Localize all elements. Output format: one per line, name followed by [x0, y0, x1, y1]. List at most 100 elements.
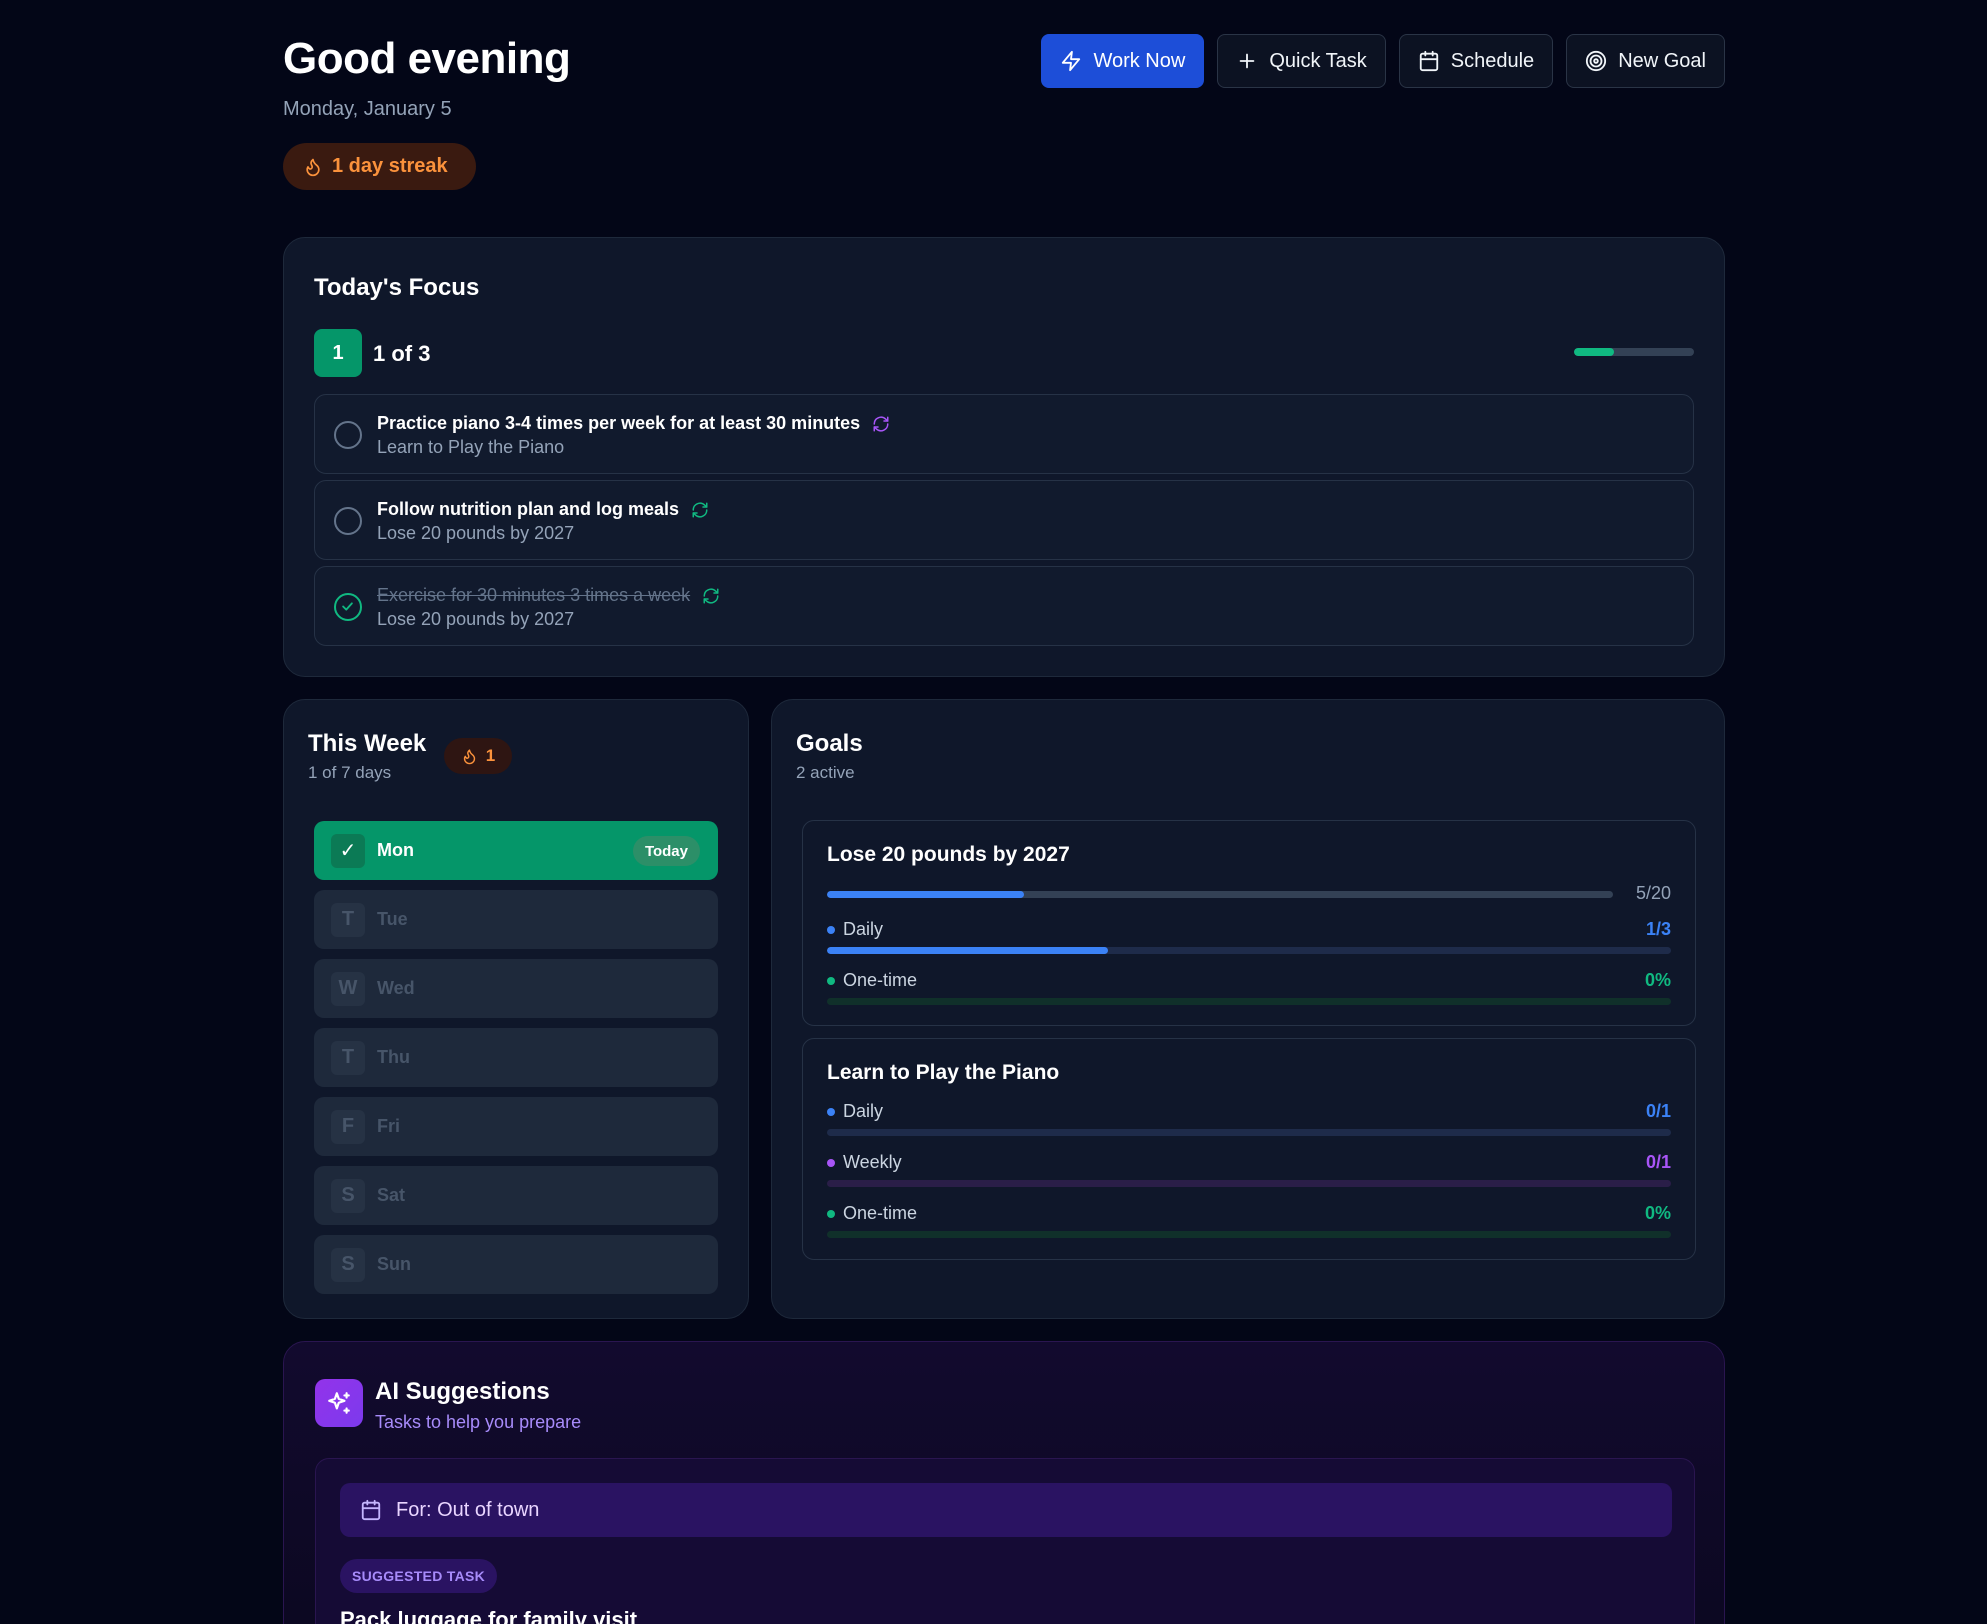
day-letter: S — [331, 1247, 365, 1282]
one-time-progress-bar — [827, 998, 1671, 1005]
flame-icon — [306, 158, 320, 176]
focus-progress-bar — [1574, 348, 1694, 356]
daily-dot — [827, 1107, 835, 1116]
row-value: 1/3 — [1645, 919, 1671, 939]
goal-total-progress-fill — [827, 891, 1024, 898]
calendar-icon — [1419, 50, 1438, 72]
work-now-label: Work Now — [1093, 49, 1186, 72]
ai-suggestions-card: AI Suggestions Tasks to help you prepare… — [283, 1341, 1725, 1624]
day-row-mon[interactable]: ✓ Mon Today — [314, 821, 718, 880]
work-now-button[interactable]: Work Now — [1041, 34, 1205, 88]
focus-task[interactable]: Follow nutrition plan and log meals Lose… — [314, 480, 1694, 560]
task-title-text: Exercise for 30 minutes 3 times a week — [377, 585, 691, 605]
new-goal-label: New Goal — [1618, 49, 1706, 72]
goal-row-daily: Daily — [827, 1101, 883, 1122]
goal-card-piano[interactable]: Learn to Play the Piano Daily 0/1 Weekly… — [802, 1038, 1696, 1260]
suggested-task-tag: SUGGESTED TASK — [340, 1559, 498, 1593]
suggested-task-title[interactable]: Pack luggage for family visit — [340, 1607, 637, 1624]
task-title: Exercise for 30 minutes 3 times a week — [377, 585, 720, 606]
row-value: 0% — [1644, 970, 1671, 990]
day-row-thu[interactable]: T Thu — [314, 1028, 718, 1087]
todays-focus-card: Today's Focus 1 1 of 3 Practice piano 3-… — [283, 237, 1725, 677]
goal-total-value: 5/20 — [1635, 883, 1671, 903]
new-goal-button[interactable]: New Goal — [1566, 34, 1725, 88]
goal-total-progress-bar — [827, 891, 1613, 898]
day-letter: F — [331, 1109, 365, 1144]
focus-progress-fill — [1574, 348, 1614, 356]
daily-dot — [827, 925, 835, 934]
greeting-heading: Good evening — [283, 34, 571, 83]
goals-subtitle: 2 active — [796, 763, 855, 782]
goal-title: Learn to Play the Piano — [827, 1061, 1060, 1084]
task-checkbox-checked[interactable] — [334, 593, 362, 621]
day-name: Sun — [377, 1254, 411, 1274]
this-week-card: This Week 1 of 7 days 1 ✓ Mon Today T Tu… — [283, 699, 749, 1319]
week-streak-badge: 1 — [444, 738, 512, 774]
row-label-text: Daily — [843, 1101, 884, 1121]
target-icon — [1586, 50, 1607, 72]
day-name: Tue — [377, 909, 408, 929]
focus-task[interactable]: Practice piano 3-4 times per week for at… — [314, 394, 1694, 474]
day-name: Thu — [377, 1047, 410, 1067]
day-row-fri[interactable]: F Fri — [314, 1097, 718, 1156]
goal-row-one-time: One-time — [827, 1203, 917, 1224]
goal-card-lose-weight[interactable]: Lose 20 pounds by 2027 5/20 Daily 1/3 On… — [802, 820, 1696, 1026]
day-name: Fri — [377, 1116, 401, 1136]
repeat-icon — [873, 416, 889, 431]
flame-icon — [463, 748, 475, 764]
day-name: Sat — [377, 1185, 406, 1205]
current-date: Monday, January 5 — [283, 98, 452, 120]
row-label-text: One-time — [843, 1203, 918, 1223]
task-goal: Lose 20 pounds by 2027 — [377, 609, 575, 629]
task-checkbox[interactable] — [334, 421, 362, 449]
streak-text: 1 day streak — [332, 155, 448, 177]
goal-row-daily: Daily — [827, 919, 883, 940]
task-title: Follow nutrition plan and log meals — [377, 499, 709, 520]
week-title: This Week — [308, 730, 427, 757]
suggestion-context-label: For: Out of town — [396, 1498, 540, 1521]
quick-task-label: Quick Task — [1269, 49, 1367, 72]
quick-task-button[interactable]: Quick Task — [1217, 34, 1386, 88]
weekly-dot — [827, 1158, 835, 1167]
one-time-dot — [827, 976, 835, 985]
goals-title: Goals — [796, 730, 863, 757]
today-badge: Today — [632, 836, 700, 866]
completed-count-badge: 1 — [314, 329, 362, 377]
day-letter: T — [331, 1040, 365, 1075]
schedule-button[interactable]: Schedule — [1398, 34, 1554, 88]
task-title-text: Practice piano 3-4 times per week for at… — [377, 413, 861, 433]
task-goal: Lose 20 pounds by 2027 — [377, 523, 575, 543]
repeat-icon — [703, 588, 719, 603]
repeat-icon — [692, 502, 708, 517]
focus-title: Today's Focus — [314, 274, 480, 301]
goal-row-weekly: Weekly — [827, 1152, 902, 1173]
sparkles-icon — [315, 1379, 363, 1427]
header-actions: Work Now Quick Task Schedule New Goal — [1041, 34, 1725, 88]
ai-subtitle: Tasks to help you prepare — [375, 1412, 582, 1432]
row-value: 0/1 — [1645, 1101, 1671, 1121]
day-row-sun[interactable]: S Sun — [314, 1235, 718, 1294]
day-row-tue[interactable]: T Tue — [314, 890, 718, 949]
one-time-progress-bar — [827, 1231, 1671, 1238]
row-value: 0/1 — [1645, 1152, 1671, 1172]
day-row-sat[interactable]: S Sat — [314, 1166, 718, 1225]
weekly-progress-bar — [827, 1180, 1671, 1187]
daily-progress-bar — [827, 947, 1671, 954]
daily-progress-bar — [827, 1129, 1671, 1136]
week-streak-count: 1 — [485, 746, 496, 765]
day-letter: T — [331, 902, 365, 937]
row-value: 0% — [1644, 1203, 1671, 1223]
day-check: ✓ — [331, 833, 365, 868]
suggestion-context: For: Out of town — [340, 1483, 1672, 1537]
day-letter: S — [331, 1178, 365, 1213]
day-row-wed[interactable]: W Wed — [314, 959, 718, 1018]
focus-task-completed[interactable]: Exercise for 30 minutes 3 times a week L… — [314, 566, 1694, 646]
goal-row-one-time: One-time — [827, 970, 917, 991]
task-checkbox[interactable] — [334, 507, 362, 535]
check-icon — [342, 602, 353, 611]
ai-title: AI Suggestions — [375, 1378, 550, 1405]
calendar-icon — [361, 1499, 381, 1521]
goal-title: Lose 20 pounds by 2027 — [827, 843, 1070, 866]
row-label-text: Weekly — [843, 1152, 902, 1172]
task-title: Practice piano 3-4 times per week for at… — [377, 413, 890, 434]
